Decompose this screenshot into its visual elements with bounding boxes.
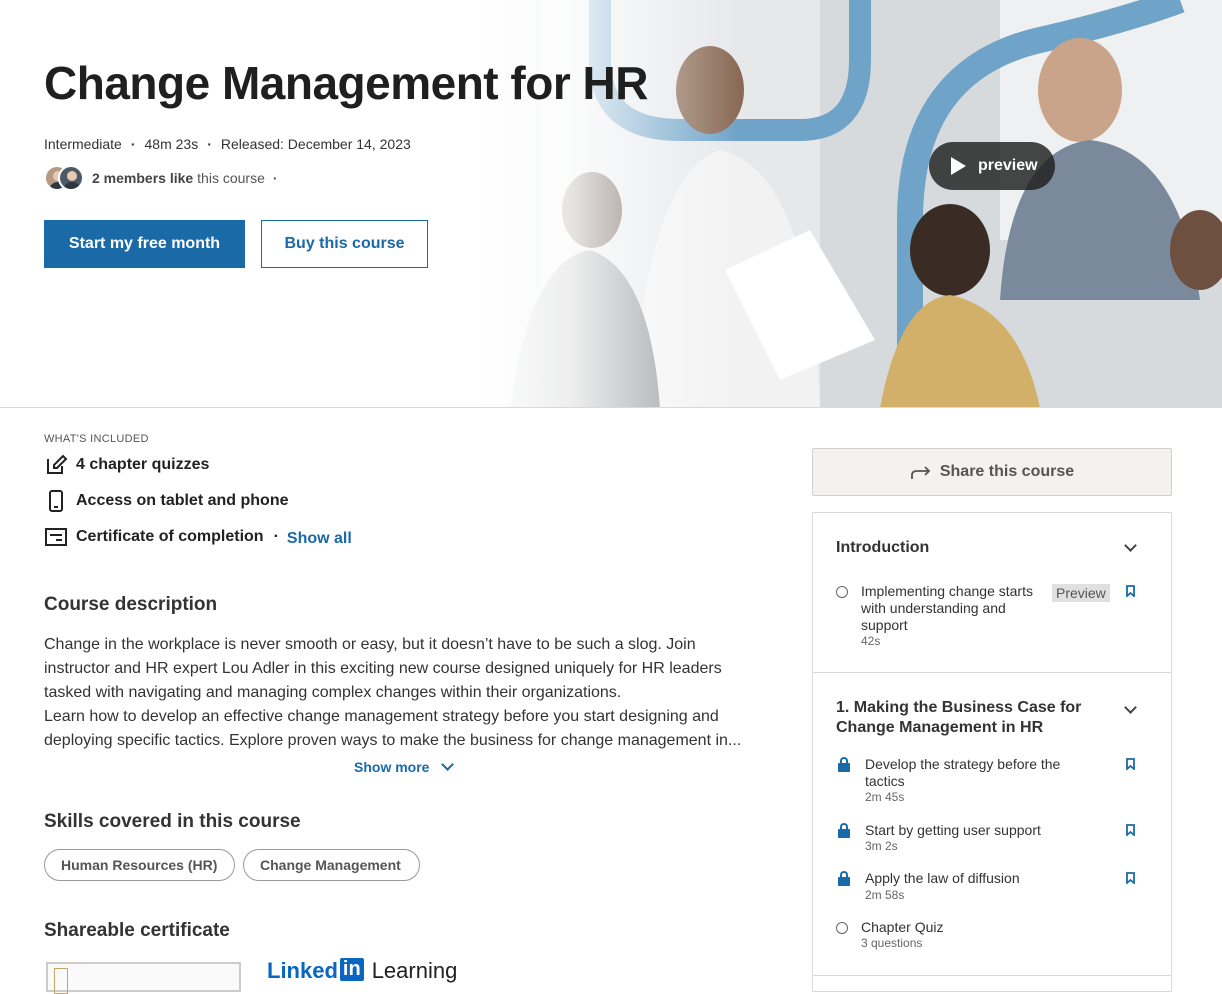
item-title: Develop the strategy before the tactics [865, 756, 1061, 789]
course-release-date: Released: December 14, 2023 [220, 136, 411, 152]
show-more-button[interactable]: Show more [354, 758, 455, 775]
item-duration: 3 questions [861, 936, 923, 950]
bookmark-icon[interactable] [1126, 585, 1135, 597]
lock-icon [838, 757, 850, 772]
play-icon [951, 157, 966, 175]
item-title: Implementing change starts with understa… [861, 583, 1033, 633]
toc-section-introduction[interactable]: Introduction Implementing change starts … [813, 513, 1171, 673]
bookmark-icon[interactable] [1126, 872, 1135, 884]
separator: · [273, 528, 279, 545]
item-duration: 2m 45s [865, 790, 905, 804]
course-level: Intermediate [44, 136, 122, 152]
included-item-certificate: Certificate of completion · Show all [44, 525, 352, 549]
avatar [58, 165, 84, 191]
edit-icon [44, 453, 68, 477]
meta-separator: · [207, 136, 212, 152]
description-line: Learn how to develop an effective change… [44, 708, 719, 725]
bookmark-icon[interactable] [1126, 824, 1135, 836]
logo-learning: Learning [371, 958, 458, 983]
course-description: Change in the workplace is never smooth … [44, 633, 764, 753]
lock-icon [838, 823, 850, 838]
phone-icon [44, 489, 68, 513]
certificate-icon [44, 525, 68, 549]
linkedin-learning-logo: Linked in Learning [267, 958, 457, 984]
item-duration: 3m 2s [865, 839, 898, 853]
toc-section-chapter-1[interactable]: 1. Making the Business Case for Change M… [813, 673, 1171, 976]
item-title: Chapter Quiz [861, 919, 944, 935]
unwatched-circle-icon [836, 922, 848, 934]
show-all-link[interactable]: Show all [287, 530, 352, 548]
share-icon [910, 466, 931, 479]
whats-included-label: WHAT'S INCLUDED [44, 433, 149, 445]
skill-pill[interactable]: Change Management [243, 849, 420, 881]
section-title: Introduction [836, 539, 930, 556]
chevron-down-icon [441, 758, 455, 771]
logo-linked: Linked [267, 958, 338, 983]
included-item-quizzes: 4 chapter quizzes [44, 453, 209, 477]
preview-badge: Preview [1052, 584, 1110, 602]
preview-button[interactable]: preview [929, 142, 1055, 190]
buy-course-button[interactable]: Buy this course [261, 220, 428, 268]
certificate-thumbnail [46, 962, 241, 994]
description-line: deploying specific tactics. Explore prov… [44, 732, 742, 749]
description-line: instructor and HR expert Lou Adler in th… [44, 660, 722, 677]
course-meta: Intermediate · 48m 23s · Released: Decem… [44, 136, 411, 152]
description-line: tasked with navigating and managing comp… [44, 684, 622, 701]
course-contents: Introduction Implementing change starts … [812, 512, 1172, 992]
lock-icon [838, 871, 850, 886]
share-course-button[interactable]: Share this course [812, 448, 1172, 496]
meta-separator: · [130, 136, 136, 152]
included-item-label: Access on tablet and phone [76, 492, 289, 509]
likes-text: this course [197, 170, 265, 186]
meta-separator: · [272, 170, 278, 186]
bookmark-icon[interactable] [1126, 758, 1135, 770]
course-duration: 48m 23s [144, 136, 199, 152]
skill-pill[interactable]: Human Resources (HR) [44, 849, 235, 881]
included-item-mobile: Access on tablet and phone [44, 489, 288, 513]
course-title: Change Management for HR [44, 57, 648, 109]
course-hero: Change Management for HR Intermediate · … [0, 0, 1222, 408]
preview-label: preview [978, 157, 1038, 174]
item-duration: 2m 58s [865, 888, 905, 902]
logo-in-box: in [339, 958, 364, 981]
likes-count: 2 members like [92, 170, 194, 186]
course-description-heading: Course description [44, 594, 218, 615]
chevron-down-icon [1124, 701, 1137, 714]
shareable-certificate-heading: Shareable certificate [44, 920, 230, 941]
section-title: 1. Making the Business Case for Change M… [836, 699, 1082, 736]
social-proof: 2 members like this course · [44, 165, 278, 191]
skills-heading: Skills covered in this course [44, 811, 301, 832]
description-line: Change in the workplace is never smooth … [44, 636, 696, 653]
show-more-label: Show more [354, 759, 430, 775]
item-title: Apply the law of diffusion [865, 870, 1020, 886]
item-duration: 42s [861, 634, 881, 648]
item-title: Start by getting user support [865, 822, 1041, 838]
start-free-month-button[interactable]: Start my free month [44, 220, 245, 268]
share-label: Share this course [939, 463, 1075, 480]
unwatched-circle-icon [836, 586, 848, 598]
chevron-down-icon [1124, 539, 1137, 552]
included-item-label: Certificate of completion [76, 528, 264, 545]
included-item-label: 4 chapter quizzes [76, 456, 210, 473]
